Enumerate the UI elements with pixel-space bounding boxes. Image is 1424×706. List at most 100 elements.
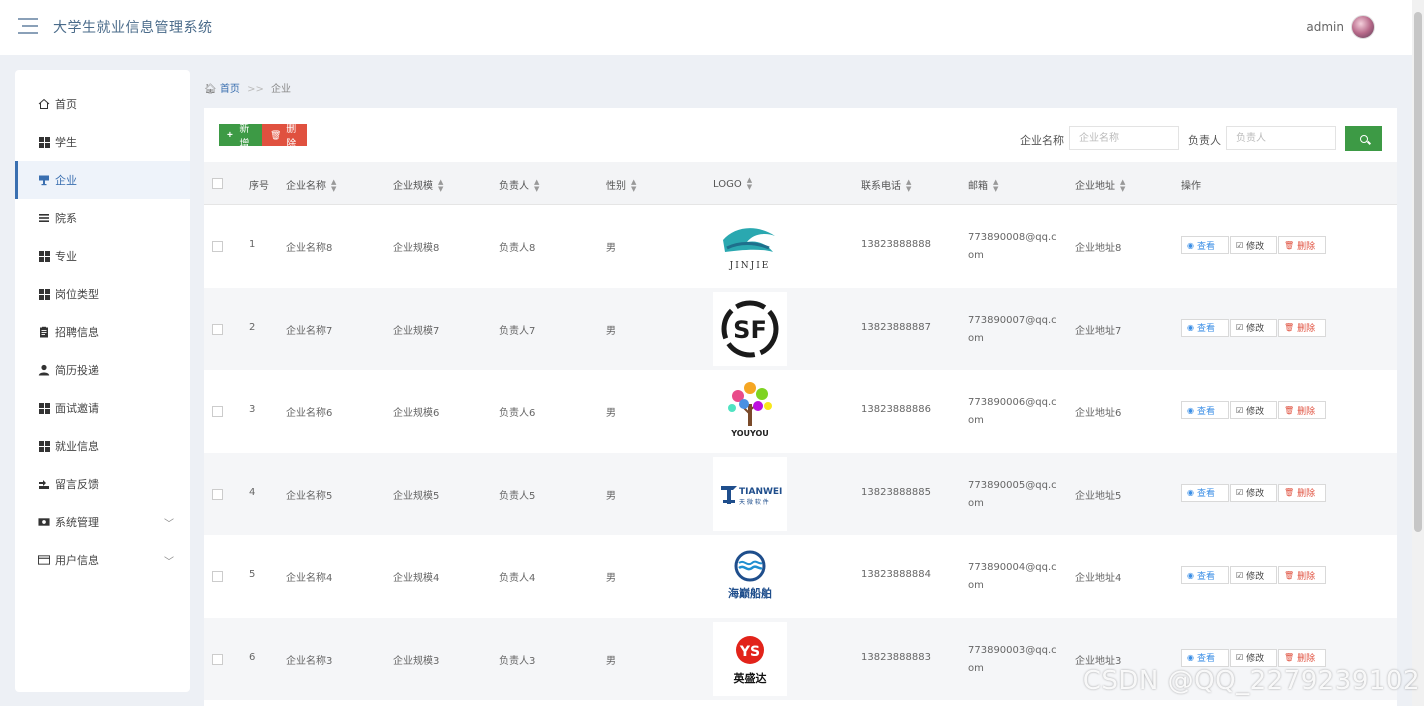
cell-manager: 负责人6 bbox=[499, 408, 536, 419]
col-email[interactable]: 邮箱 ▲ ▼ bbox=[968, 177, 998, 193]
sidebar-item-interview[interactable]: 面试邀请 bbox=[15, 389, 190, 427]
cell-index: 2 bbox=[249, 321, 256, 333]
sidebar-item-feedback[interactable]: 留言反馈 bbox=[15, 465, 190, 503]
cell-company-name: 企业名称4 bbox=[286, 573, 333, 584]
col-gender[interactable]: 性别 ▲ ▼ bbox=[606, 177, 636, 193]
edit-button[interactable]: ☑ 修改 bbox=[1230, 566, 1277, 584]
cell-email: 773890003@qq.com bbox=[968, 644, 1057, 674]
sidebar-item-user-info[interactable]: 用户信息 ﹀ bbox=[15, 541, 190, 579]
view-button[interactable]: ◉ 查看 bbox=[1181, 318, 1229, 337]
row-checkbox[interactable] bbox=[212, 653, 223, 665]
col-actions: 操作 bbox=[1181, 181, 1201, 192]
manager-input[interactable] bbox=[1226, 126, 1336, 150]
row-checkbox[interactable] bbox=[212, 241, 223, 252]
page-scrollbar[interactable] bbox=[1412, 0, 1424, 706]
select-all-checkbox[interactable] bbox=[212, 178, 223, 189]
sidebar-item-employment[interactable]: 就业信息 bbox=[15, 427, 190, 465]
row-checkbox[interactable] bbox=[212, 323, 223, 335]
col-company-scale[interactable]: 企业规模 ▲ ▼ bbox=[393, 177, 443, 193]
clipboard-icon bbox=[38, 326, 50, 338]
cell-manager: 负责人7 bbox=[499, 325, 536, 337]
company-logo-haidian: 海巅船舶 bbox=[728, 550, 772, 600]
row-delete-button[interactable]: 🗑︎ 删除 bbox=[1278, 236, 1326, 254]
sidebar-item-department[interactable]: 院系 bbox=[15, 199, 190, 237]
edit-button[interactable]: ☑ 修改 bbox=[1230, 318, 1277, 337]
edit-icon: ☑ bbox=[1236, 240, 1244, 250]
edit-icon: ☑ bbox=[1236, 488, 1244, 497]
top-header: 大学生就业信息管理系统 admin bbox=[0, 0, 1424, 55]
menu-toggle-icon[interactable] bbox=[18, 18, 38, 34]
cell-phone: 13823888884 bbox=[861, 569, 931, 580]
search-button[interactable] bbox=[1345, 126, 1382, 151]
grid-icon bbox=[38, 402, 50, 414]
edit-button[interactable]: ☑ 修改 bbox=[1230, 483, 1277, 502]
chevron-down-icon[interactable]: ﹀ bbox=[164, 515, 174, 530]
cell-company-name: 企业名称7 bbox=[286, 325, 333, 337]
scrollbar-thumb[interactable] bbox=[1414, 12, 1422, 532]
sidebar-item-job-type[interactable]: 岗位类型 bbox=[15, 275, 190, 313]
row-delete-button[interactable]: 🗑︎ 删除 bbox=[1278, 566, 1326, 584]
sort-icon[interactable]: ▲ ▼ bbox=[534, 179, 539, 193]
col-address[interactable]: 企业地址 ▲ ▼ bbox=[1075, 177, 1125, 193]
view-button[interactable]: ◉ 查看 bbox=[1181, 566, 1229, 584]
sort-icon[interactable]: ▲ ▼ bbox=[993, 179, 998, 193]
sidebar-item-label: 企业 bbox=[55, 174, 77, 187]
col-company-name[interactable]: 企业名称 ▲ ▼ bbox=[286, 177, 336, 193]
row-delete-button[interactable]: 🗑︎ 删除 bbox=[1278, 648, 1326, 667]
row-checkbox[interactable] bbox=[212, 406, 223, 417]
breadcrumb-home[interactable]: 首页 bbox=[220, 84, 240, 95]
sidebar-item-major[interactable]: 专业 bbox=[15, 237, 190, 275]
user-name[interactable]: admin bbox=[1306, 20, 1344, 34]
row-delete-button[interactable]: 🗑︎ 删除 bbox=[1278, 483, 1326, 502]
col-manager[interactable]: 负责人 ▲ ▼ bbox=[499, 177, 539, 193]
row-actions: ◉ 查看 ☑ 修改 🗑︎ 删除 bbox=[1181, 236, 1327, 254]
row-delete-button[interactable]: 🗑︎ 删除 bbox=[1278, 318, 1326, 337]
cell-company-scale: 企业规模7 bbox=[393, 325, 440, 337]
cell-phone: 13823888888 bbox=[861, 239, 931, 250]
cell-logo: JINJIE bbox=[713, 209, 787, 283]
cell-phone: 13823888885 bbox=[861, 486, 931, 498]
delete-button-label: 删除 bbox=[286, 124, 297, 150]
sidebar-item-company[interactable]: 企业 bbox=[15, 161, 190, 199]
sort-icon[interactable]: ▲ ▼ bbox=[1120, 179, 1125, 193]
view-button[interactable]: ◉ 查看 bbox=[1181, 401, 1229, 419]
company-name-label: 企业名称 bbox=[1020, 134, 1064, 147]
sidebar-item-student[interactable]: 学生 bbox=[15, 123, 190, 161]
delete-button[interactable]: 🗑︎ 删除 bbox=[262, 124, 307, 150]
edit-button[interactable]: ☑ 修改 bbox=[1230, 648, 1277, 667]
company-logo-jinjie: JINJIE bbox=[723, 228, 775, 271]
sidebar-item-resume[interactable]: 简历投递 bbox=[15, 351, 190, 389]
view-button[interactable]: ◉ 查看 bbox=[1181, 236, 1229, 254]
sort-icon[interactable]: ▲ ▼ bbox=[747, 177, 752, 191]
sidebar-item-label: 院系 bbox=[55, 212, 77, 225]
sort-icon[interactable]: ▲ ▼ bbox=[331, 179, 336, 193]
trash-icon: 🗑︎ bbox=[270, 129, 282, 140]
row-actions: ◉ 查看 ☑ 修改 🗑︎ 删除 bbox=[1181, 483, 1327, 502]
edit-button[interactable]: ☑ 修改 bbox=[1230, 236, 1277, 254]
view-button[interactable]: ◉ 查看 bbox=[1181, 648, 1229, 667]
add-button[interactable]: + 新增 bbox=[219, 124, 262, 150]
plus-icon: + bbox=[227, 129, 233, 141]
sidebar-item-recruitment[interactable]: 招聘信息 bbox=[15, 313, 190, 351]
company-name-input[interactable] bbox=[1069, 126, 1179, 150]
cell-gender: 男 bbox=[606, 573, 616, 584]
sort-icon[interactable]: ▲ ▼ bbox=[438, 179, 443, 193]
avatar[interactable] bbox=[1351, 15, 1375, 39]
row-checkbox[interactable] bbox=[212, 488, 223, 500]
home-icon bbox=[38, 98, 50, 110]
chevron-down-icon[interactable]: ﹀ bbox=[164, 553, 174, 568]
breadcrumb: 🏠︎ 首页 >> 企业 bbox=[204, 80, 291, 95]
sidebar-item-home[interactable]: 首页 bbox=[15, 85, 190, 123]
sort-icon[interactable]: ▲ ▼ bbox=[906, 179, 911, 193]
sidebar-item-label: 就业信息 bbox=[55, 440, 99, 453]
sidebar-item-system[interactable]: 系统管理 ﹀ bbox=[15, 503, 190, 541]
sort-icon[interactable]: ▲ ▼ bbox=[631, 179, 636, 193]
view-button[interactable]: ◉ 查看 bbox=[1181, 483, 1229, 502]
col-logo[interactable]: LOGO ▲ ▼ bbox=[713, 177, 752, 191]
edit-button[interactable]: ☑ 修改 bbox=[1230, 401, 1277, 419]
row-checkbox[interactable] bbox=[212, 571, 223, 582]
card-icon bbox=[38, 554, 50, 566]
col-phone[interactable]: 联系电话 ▲ ▼ bbox=[861, 177, 911, 193]
row-delete-button[interactable]: 🗑︎ 删除 bbox=[1278, 401, 1326, 419]
cell-address: 企业地址6 bbox=[1075, 408, 1122, 419]
